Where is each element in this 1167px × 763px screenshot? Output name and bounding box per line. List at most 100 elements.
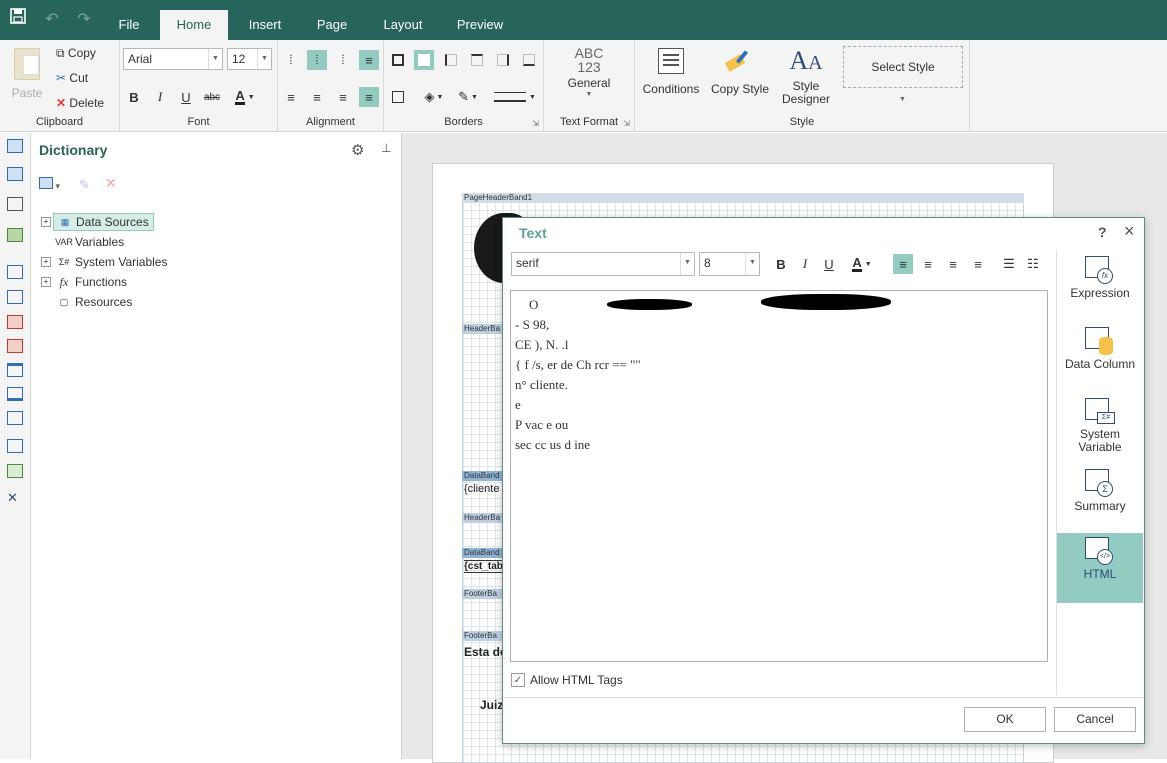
border-bottom-icon[interactable] [519, 50, 539, 70]
delete-button[interactable]: ✕ Delete [56, 96, 104, 110]
band-label[interactable]: FooterBa [462, 589, 502, 599]
band-label[interactable]: DataBand [462, 471, 502, 481]
expand-icon[interactable]: + [41, 277, 51, 287]
dialog-align-right-icon[interactable]: ≡ [943, 254, 963, 274]
text-icon[interactable] [7, 265, 23, 279]
dialog-font-color-button[interactable]: A ▼ [847, 254, 877, 274]
close-icon[interactable]: × [1124, 221, 1135, 242]
tab-insert[interactable]: Insert [236, 10, 294, 40]
tab-layout[interactable]: Layout [370, 10, 436, 40]
align-left-icon[interactable]: ≡ [281, 87, 301, 107]
remove-icon[interactable]: ✕ [105, 175, 117, 192]
data-column-button[interactable]: Data Column [1057, 323, 1143, 391]
underline-button[interactable]: U [176, 87, 196, 107]
dialog-font-family-select[interactable]: serif ▼ [511, 252, 695, 276]
dialog-align-justify-icon[interactable]: ≡ [968, 254, 988, 274]
undo-icon[interactable]: ↶ [40, 8, 64, 32]
edit-icon[interactable]: ✎ [79, 177, 90, 193]
databand-text[interactable]: {cst_tab [464, 560, 504, 573]
table-icon[interactable] [7, 315, 23, 329]
expression-button[interactable]: fx Expression [1057, 252, 1143, 320]
save-icon[interactable] [6, 8, 30, 32]
border-color-button[interactable]: ✎ ▼ [454, 87, 482, 107]
align-right-icon[interactable]: ≡ [333, 87, 353, 107]
dialog-underline-button[interactable]: U [819, 254, 839, 274]
bold-button[interactable]: B [124, 87, 144, 107]
cancel-button[interactable]: Cancel [1054, 707, 1136, 732]
system-variable-button[interactable]: Σ# System Variable [1057, 394, 1143, 462]
dialog-align-left-icon[interactable]: ≡ [893, 254, 913, 274]
image-band-icon[interactable] [7, 228, 23, 242]
dictionary-item[interactable]: + Σ# System Variables [41, 253, 167, 271]
align-center-icon[interactable]: ≡ [307, 87, 327, 107]
strikethrough-button[interactable]: abc [202, 87, 222, 107]
dictionary-item[interactable]: ▦ Data Sources [53, 213, 154, 231]
align-top-icon[interactable]: ⦙ [281, 50, 301, 70]
bullet-list-icon[interactable]: ☰ [999, 254, 1019, 274]
band-label[interactable]: FooterBa [462, 631, 502, 641]
text-format-launcher-icon[interactable]: ⇲ [623, 119, 630, 128]
tab-file[interactable]: File [106, 10, 152, 40]
cut-button[interactable]: ✂ Cut [56, 71, 88, 85]
font-color-button[interactable]: A ▼ [230, 87, 260, 107]
border-width-button[interactable]: ▼ [492, 87, 538, 107]
panel-icon[interactable] [7, 363, 23, 377]
band-label[interactable]: HeaderBa [462, 513, 502, 523]
chevron-down-icon[interactable]: ▼ [899, 96, 906, 103]
style-designer-button[interactable]: AA Style Designer [775, 46, 837, 106]
expand-icon[interactable]: + [41, 217, 51, 227]
footer-icon[interactable] [7, 387, 23, 401]
copy-style-button[interactable]: Copy Style [709, 48, 771, 96]
border-none-icon[interactable] [414, 50, 434, 70]
band-label[interactable]: PageHeaderBand1 [462, 193, 1024, 203]
dialog-italic-button[interactable]: I [795, 254, 815, 274]
font-family-select[interactable]: Arial ▼ [123, 48, 223, 70]
databand-text[interactable]: {cliente [464, 483, 504, 495]
band-label[interactable]: HeaderBa [462, 324, 502, 334]
numbered-list-icon[interactable]: ☷ [1023, 254, 1043, 274]
italic-button[interactable]: I [150, 87, 170, 107]
dialog-bold-button[interactable]: B [771, 254, 791, 274]
rich-text-icon[interactable] [7, 290, 23, 304]
dictionary-item[interactable]: ▢ Resources [41, 293, 133, 311]
border-left-icon[interactable] [441, 50, 461, 70]
redo-icon[interactable]: ↷ [72, 8, 96, 32]
report-title-icon[interactable] [7, 139, 23, 153]
copy-button[interactable]: ⧉ Copy [56, 46, 96, 61]
tab-page[interactable]: Page [304, 10, 360, 40]
select-style-box[interactable]: Select Style [843, 46, 963, 88]
tools-icon[interactable]: ✕ [7, 491, 23, 505]
page-header-icon[interactable] [7, 167, 23, 181]
border-all-icon[interactable] [388, 50, 408, 70]
text-box-icon[interactable] [7, 439, 23, 453]
border-top-icon[interactable] [467, 50, 487, 70]
text-format-button[interactable]: ABC 123 General ▼ [558, 46, 620, 98]
border-right-icon[interactable] [493, 50, 513, 70]
conditions-button[interactable]: Conditions [639, 48, 703, 96]
cross-band-icon[interactable] [7, 197, 23, 211]
help-button[interactable]: ? [1098, 224, 1107, 240]
text-in-cells-icon[interactable] [7, 339, 23, 353]
html-button[interactable]: </> HTML [1057, 533, 1143, 603]
align-justify-icon[interactable]: ≡ [359, 87, 379, 107]
tab-home[interactable]: Home [160, 10, 228, 40]
expand-icon[interactable]: + [41, 257, 51, 267]
footer-text[interactable]: Esta de [464, 645, 504, 659]
font-size-select[interactable]: 12 ▼ [227, 48, 272, 70]
word-wrap-icon[interactable]: ≡ [359, 50, 379, 70]
summary-button[interactable]: Σ Summary [1057, 465, 1143, 533]
new-item-button[interactable]: ▾ [39, 177, 67, 193]
align-middle-icon[interactable]: ⦙ [307, 50, 327, 70]
fill-color-button[interactable]: ◈ ▼ [420, 87, 448, 107]
borders-launcher-icon[interactable]: ⇲ [532, 119, 539, 128]
dictionary-item[interactable]: + fx Functions [41, 273, 127, 291]
subreport-icon[interactable] [7, 411, 23, 425]
ok-button[interactable]: OK [964, 707, 1046, 732]
html-text-editor[interactable]: O - S 98, CE ), N. .l { f /s, er de Ch r… [510, 290, 1048, 662]
dialog-font-size-select[interactable]: 8 ▼ [699, 252, 760, 276]
tab-preview[interactable]: Preview [446, 10, 514, 40]
dialog-align-center-icon[interactable]: ≡ [918, 254, 938, 274]
image-icon[interactable] [7, 464, 23, 478]
align-bottom-icon[interactable]: ⦙ [333, 50, 353, 70]
paste-button[interactable]: Paste [8, 48, 46, 100]
